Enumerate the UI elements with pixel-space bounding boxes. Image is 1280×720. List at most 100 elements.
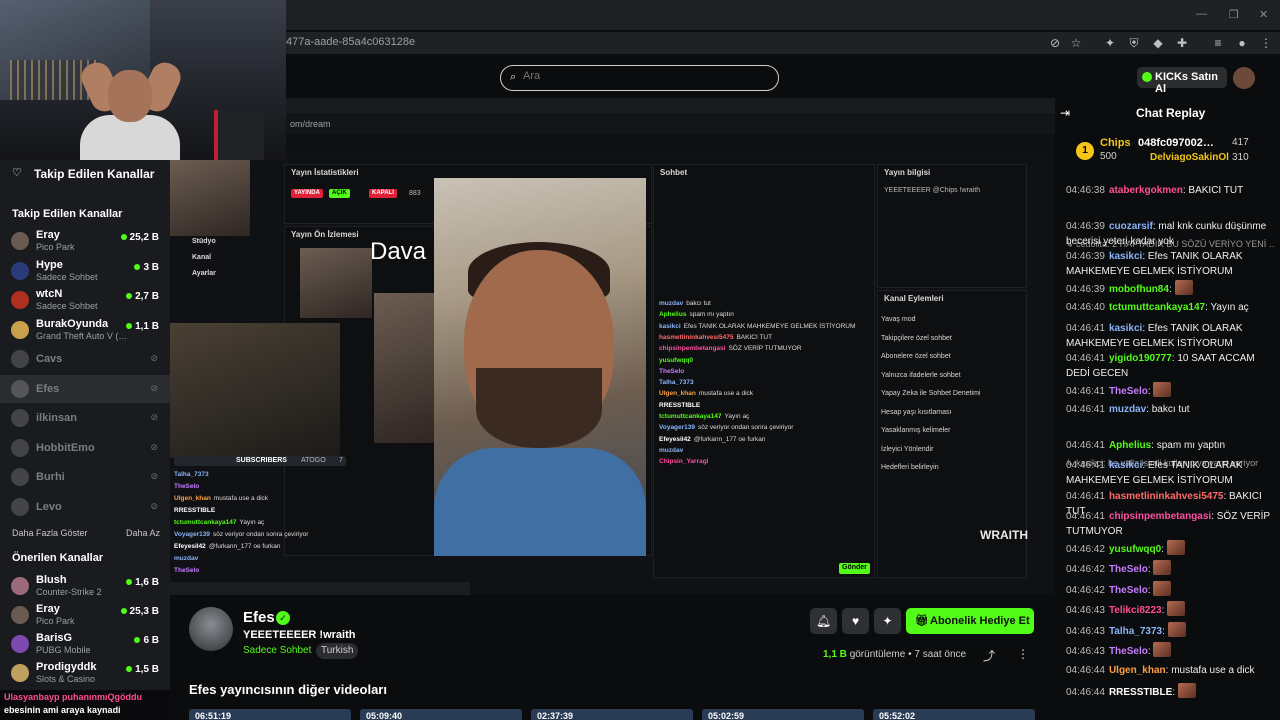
sparkle-button[interactable]: ✦	[874, 608, 901, 634]
sidebar-channel-hype[interactable]: Hype Sadece Sohbet 3 B	[0, 257, 170, 285]
chat-message: 04:46:41 yigido190777: 10 SAAT ACCAM DEDİ…	[1066, 351, 1274, 381]
user-avatar[interactable]	[1233, 67, 1255, 89]
eye-off-icon[interactable]: ⊘	[1048, 36, 1062, 50]
channel-name[interactable]: Efes	[243, 609, 275, 626]
video-player[interactable]: om/dream Stüdyo Kanal Ayarlar Yayın İstati…	[170, 98, 1055, 595]
channel-category: Grand Theft Auto V (…	[36, 330, 128, 341]
chat-username: Aphelius	[659, 311, 687, 319]
captured-browser-tabbar	[286, 98, 1055, 114]
offline-icon: ⊘	[150, 353, 158, 363]
channel-name: Prodigyddk	[36, 661, 97, 673]
close-icon[interactable]: ✕	[1259, 8, 1268, 21]
captured-chat-line: Ulgen_khan mustafa use a dick	[659, 390, 753, 397]
restore-icon[interactable]: ❐	[1229, 8, 1239, 21]
chat-text: BAKICI TUT	[736, 333, 773, 341]
sidebar-channel-wtcn[interactable]: wtcN Sadece Sohbet 2,7 B	[0, 286, 170, 314]
message-username: Talha_7373	[1108, 625, 1163, 637]
extension-icon[interactable]: ✦	[1103, 36, 1117, 50]
send-button: Gönder	[839, 563, 870, 574]
gift-subscription-button[interactable]: 🎁︎ Abonelik Hediye Et	[906, 608, 1034, 634]
captured-url: om/dream	[290, 119, 331, 129]
cam-preview-2	[374, 293, 434, 443]
show-more-link[interactable]: Daha Fazla Göster	[12, 528, 88, 538]
video-thumbnail[interactable]: 05:09:40	[360, 709, 522, 720]
sidebar-channel-burhi[interactable]: Burhi ⊘	[0, 463, 170, 491]
message-text: bakcı tut	[1151, 404, 1190, 415]
menu-dots-icon[interactable]: ⋮	[1259, 36, 1273, 50]
follow-heart-button[interactable]: ♥	[842, 608, 869, 634]
channel-category: Slots & Casino	[36, 674, 96, 684]
viewer-count: 1,1 B	[126, 321, 159, 332]
recommended-channel-prodigyddk[interactable]: Prodigyddk Slots & Casino 1,5 B	[0, 659, 170, 687]
chat-username: Ulgen_khan	[174, 495, 211, 502]
media-icon[interactable]: ≡	[1211, 36, 1225, 50]
top-gifter-amount: 310	[1232, 152, 1249, 163]
share-icon[interactable]: ⤴	[983, 647, 995, 664]
captured-chat-line: hasmetlininkahvesi5475 BAKICI TUT	[659, 334, 772, 341]
video-thumbnail[interactable]: 02:37:39	[531, 709, 693, 720]
minimize-icon[interactable]: —	[1196, 8, 1207, 20]
video-thumbnail[interactable]: 05:52:02	[873, 709, 1035, 720]
channel-action-item: Hesap yaşı kısıtlaması	[881, 408, 952, 416]
recommended-channel-blush[interactable]: Blush Counter-Strike 2 1,6 B	[0, 572, 170, 600]
video-thumbnail[interactable]: 06:51:19	[189, 709, 351, 720]
captured-chat-line: Talha_7373	[659, 379, 697, 386]
viewer-count-value: 1,5 B	[135, 664, 159, 675]
profile-icon[interactable]: ●	[1235, 36, 1249, 50]
sidebar-channel-eray[interactable]: Eray Pico Park 25,2 B	[0, 227, 170, 255]
gift-subscription-label: Abonelik Hediye Et	[930, 615, 1030, 627]
recommended-channels-heading: Önerilen Kanallar	[12, 552, 104, 564]
video-thumbnail[interactable]: 05:02:59	[702, 709, 864, 720]
viewer-count-value: 3 B	[143, 261, 159, 273]
message-username: ataberkgokmen	[1108, 185, 1183, 196]
more-options-icon[interactable]: ⋮	[1017, 647, 1029, 661]
message-username: muzdav	[1108, 404, 1147, 415]
chat-username: chipsinpembetangasi	[659, 345, 726, 353]
message-timestamp: 04:46:39	[1066, 220, 1105, 232]
search-box[interactable]: ⌕	[500, 65, 779, 91]
chat-message: 04:46:41 TheSelo:	[1066, 381, 1274, 399]
language-tag[interactable]: Turkish	[316, 643, 359, 659]
message-timestamp: 04:46:42	[1066, 584, 1105, 596]
extension-icon[interactable]: ◆	[1151, 36, 1165, 50]
url-text: 477a-aade-85a4c063128e	[286, 36, 416, 48]
gaming-chair	[214, 110, 264, 160]
shield-icon[interactable]: ⛨	[1127, 36, 1141, 50]
captured-chat-line: Efeyesil42 @furkann_177 oe furkan	[659, 436, 765, 443]
face-shirt	[434, 448, 646, 556]
sidebar-channel-hobbitemo[interactable]: HobbitEmo ⊘	[0, 434, 170, 462]
sidebar-channel-burakoyunda[interactable]: BurakOyunda Grand Theft Auto V (… 1,1 B	[0, 316, 170, 344]
followed-channels-heading: Takip Edilen Kanallar	[12, 208, 123, 220]
chat-username: RRESSTIBLE	[174, 507, 216, 514]
sidebar-channel-efes[interactable]: Efes ⊘	[0, 374, 170, 403]
captured-chat-title: Sohbet	[660, 168, 688, 177]
notification-bell-button[interactable]: 🔔︎	[810, 608, 837, 634]
recommended-channel-eray[interactable]: Eray Pico Park 25,3 B	[0, 601, 170, 629]
recommended-channel-barisg[interactable]: BarisG PUBG Mobile 6 B	[0, 630, 170, 658]
sidebar-channel-cavs[interactable]: Cavs ⊘	[0, 345, 170, 373]
collapse-chat-icon[interactable]: ⇥	[1060, 106, 1070, 120]
puzzle-icon[interactable]: ✚	[1175, 36, 1189, 50]
sidebar-channel-levo[interactable]: Levo ⊘	[0, 493, 170, 521]
channel-avatar	[11, 635, 29, 653]
channel-category: Sadece Sohbet	[36, 271, 98, 282]
bookmark-star-icon[interactable]: ☆	[1069, 36, 1083, 50]
overlay-ticker: Ulasyanbayp puhanınmıQgöddu ebesinin ami…	[0, 690, 170, 720]
channel-category: Sadece Sohbet	[36, 301, 98, 311]
viewer-count: 1,5 B	[126, 664, 159, 675]
ticker-line-2: ebesinin ami araya kaynadi	[4, 705, 121, 715]
message-timestamp: 04:46:39	[1066, 251, 1105, 262]
channel-avatar[interactable]	[189, 607, 233, 651]
buy-kicks-button[interactable]: KICKs Satın Al	[1137, 67, 1227, 95]
search-input[interactable]	[523, 70, 763, 82]
show-less-link[interactable]: Daha Az	[126, 528, 160, 538]
viewer-count: 1,6 B	[126, 577, 159, 588]
offline-icon: ⊘	[150, 412, 158, 422]
category-link[interactable]: Sadece Sohbet	[243, 645, 311, 656]
search-icon: ⌕	[510, 71, 517, 83]
message-timestamp: 04:46:41	[1066, 460, 1105, 471]
chat-text: Yayın aç	[724, 413, 750, 420]
viewer-count: 3 B	[134, 262, 159, 273]
live-tag: YAYINDA	[291, 189, 323, 198]
sidebar-channel-ilkinsan[interactable]: ilkinsan ⊘	[0, 404, 170, 432]
